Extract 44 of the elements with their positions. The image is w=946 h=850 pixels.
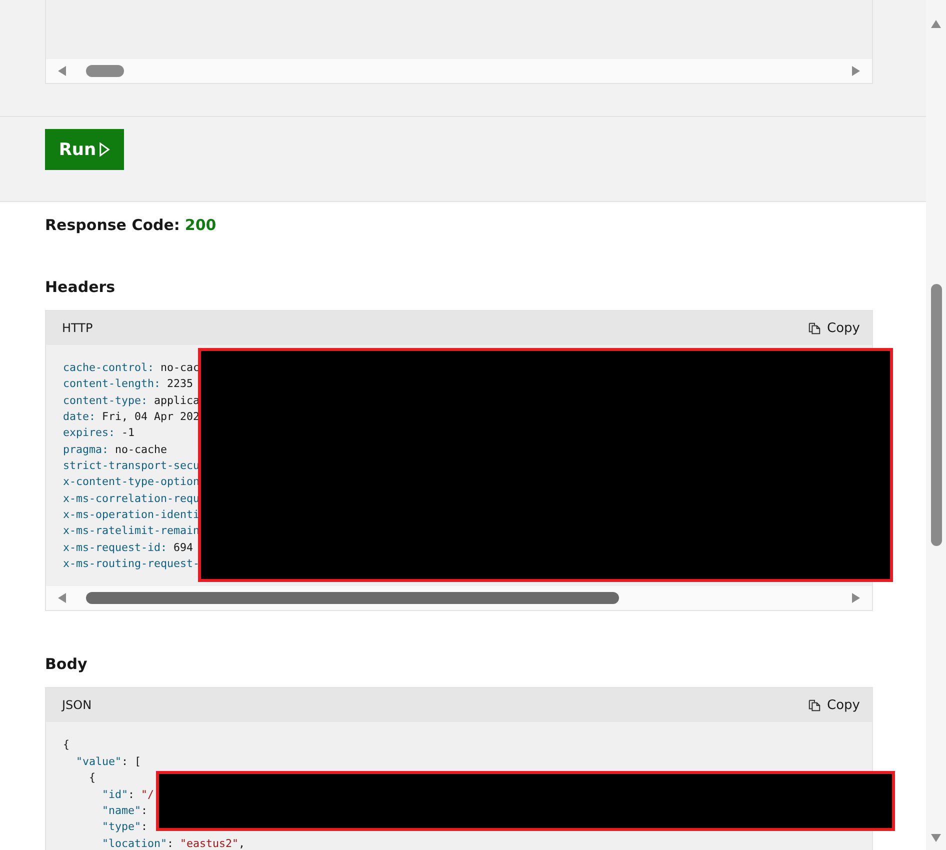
response-code-label: Response Code: [45,216,180,234]
scrollbar-thumb[interactable] [86,592,619,604]
code-line: { [88,770,96,786]
code-line: x-ms-correlation-requ [63,490,200,507]
response-code-value: 200 [184,216,216,234]
scrollbar-thumb[interactable] [86,65,124,77]
copy-button[interactable]: Copy [808,696,860,715]
scroll-down-icon[interactable] [931,834,941,842]
code-line: cache-control: no-cac [63,360,200,376]
horizontal-scrollbar[interactable] [46,586,872,610]
scroll-left-icon[interactable] [58,65,66,77]
code-line: x-ms-operation-identi [63,507,200,524]
code-line: x-ms-routing-request- [63,556,200,572]
code-line: strict-transport-secu [63,458,200,474]
code-line: content-type: applica [63,392,200,409]
code-line: x-ms-request-id: 694 [63,540,194,556]
section-heading: Body [45,655,88,674]
copy-icon [808,698,822,712]
language-label: HTTP [62,321,93,335]
scroll-right-icon[interactable] [852,592,860,604]
scroll-up-icon[interactable] [931,20,941,28]
code-line: pragma: no-cache [63,442,168,458]
scroll-right-icon[interactable] [852,65,860,77]
section-heading: Headers [45,278,116,296]
play-icon [99,142,110,157]
copy-button[interactable]: Copy [808,318,860,338]
code-line: "value": [ [75,754,142,770]
code-line: "type": [101,819,148,836]
code-line: expires: -1 [63,425,135,442]
copy-icon [808,322,822,334]
code-line: content-length: 2235 [63,376,194,392]
code-line: "id": "/ [101,786,154,802]
scrollbar[interactable] [926,0,946,850]
code-line: "name": [101,802,148,819]
language-label: JSON [62,698,92,712]
code-line: { [63,737,70,754]
scrollbar-thumb[interactable] [930,284,942,546]
scroll-left-icon[interactable] [58,592,66,604]
horizontal-scrollbar[interactable] [46,59,872,83]
code-line: "location": "eastus2", [101,836,246,850]
code-line: date: Fri, 04 Apr 202 [63,409,200,426]
run-button[interactable]: Run [45,129,124,170]
code-line: x-content-type-option [63,474,200,490]
code-line: x-ms-ratelimit-remain [63,523,200,540]
